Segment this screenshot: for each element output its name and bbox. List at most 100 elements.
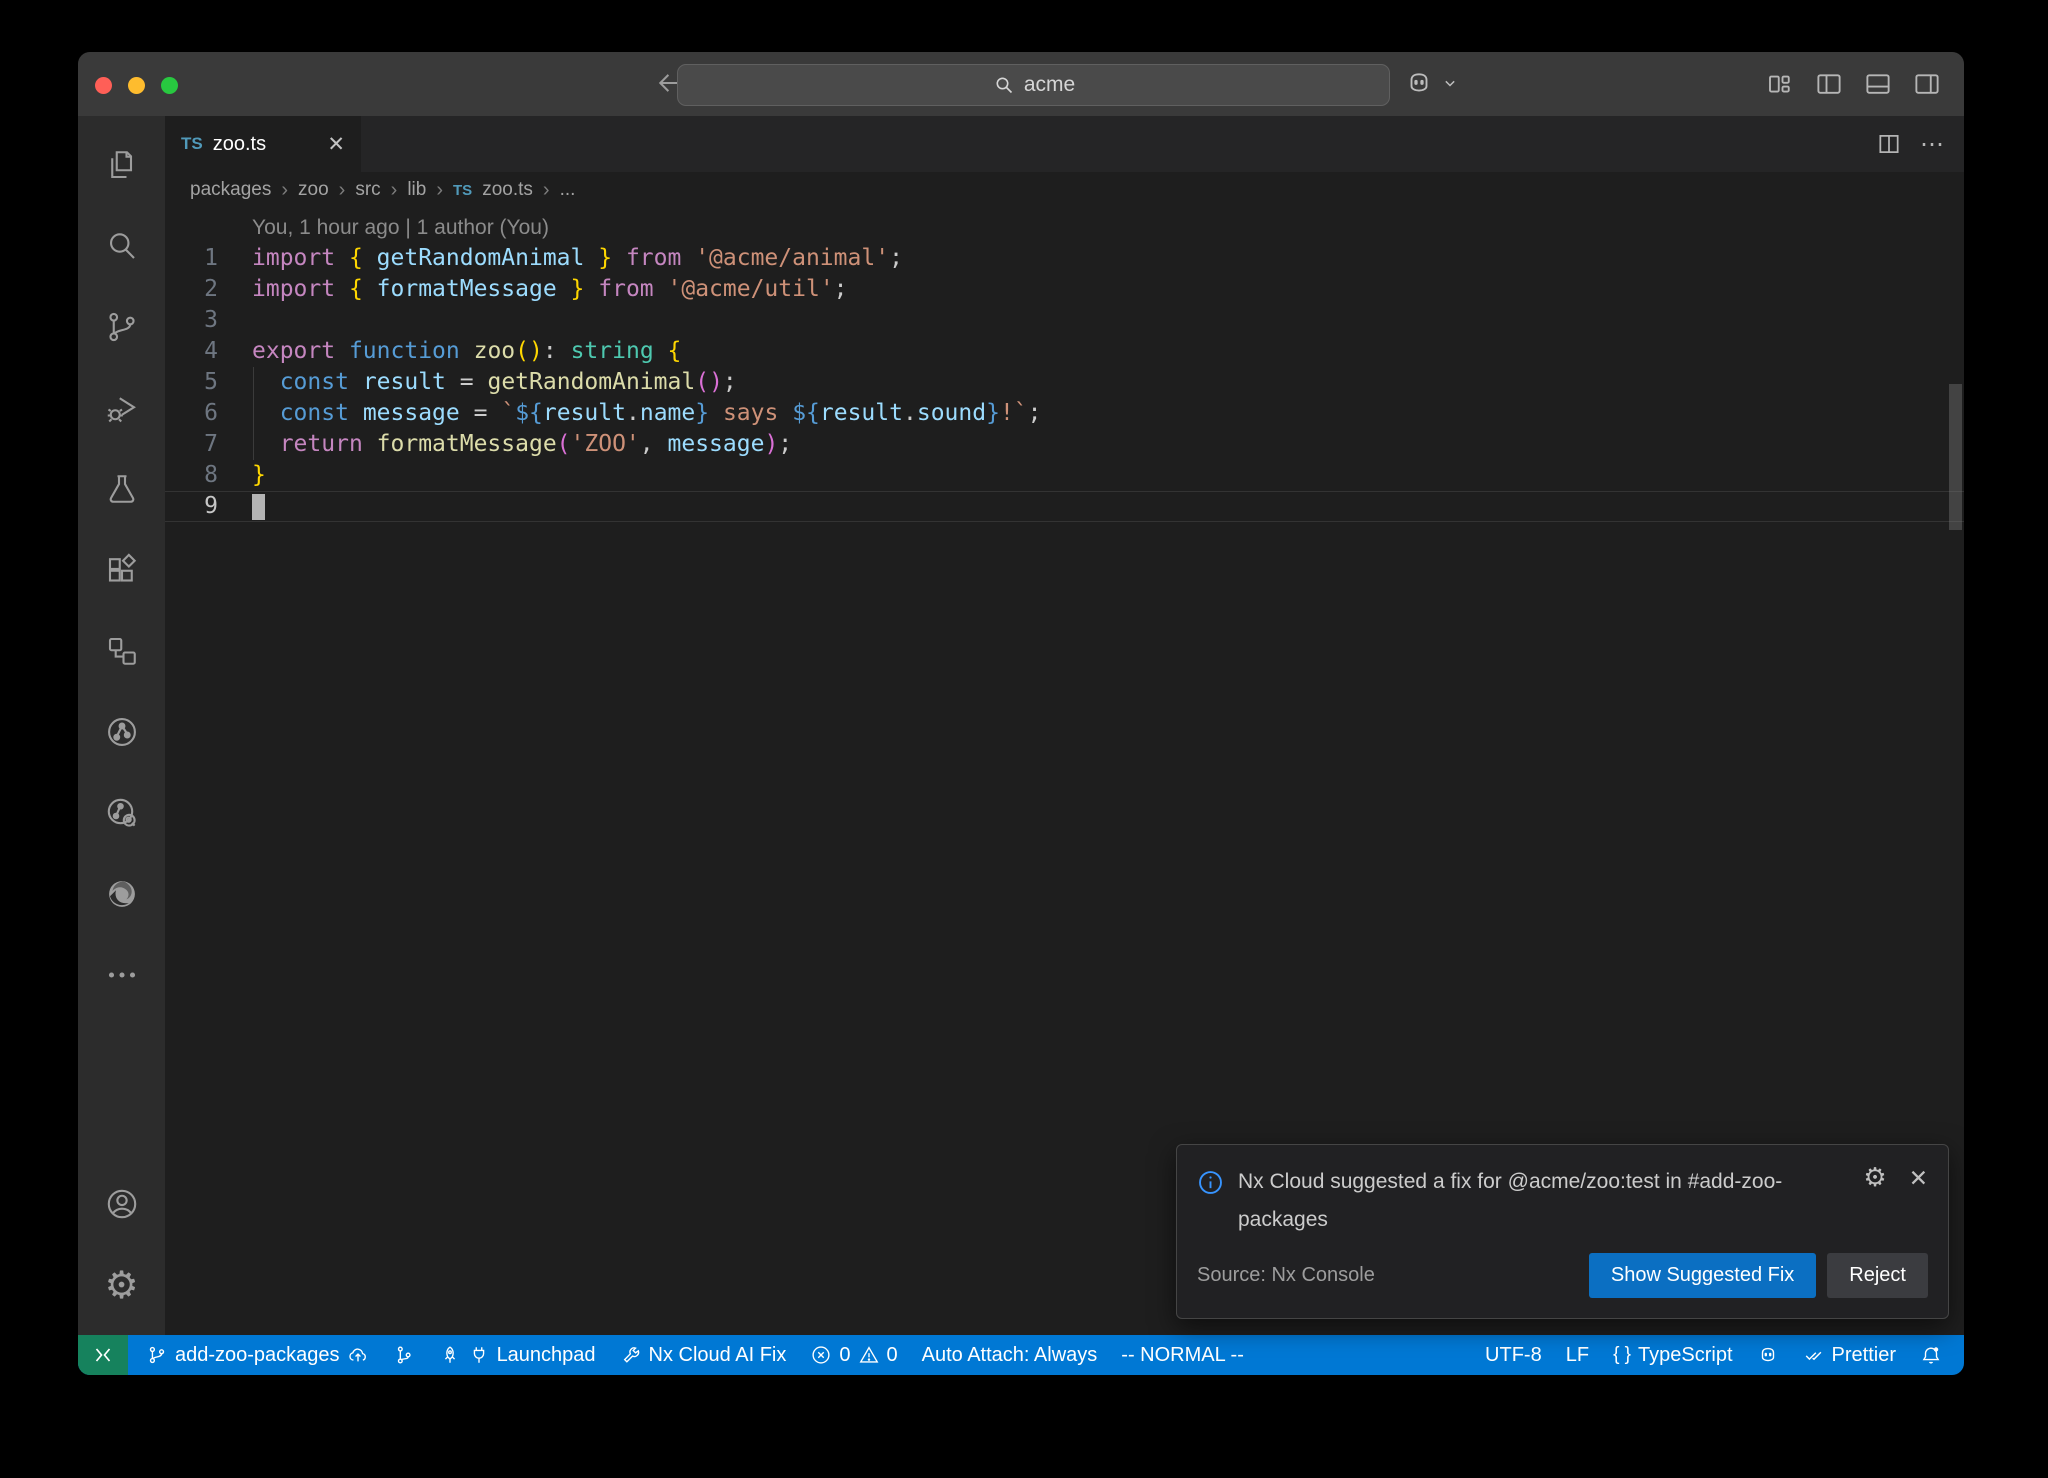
code-line[interactable]: 3 — [165, 305, 1964, 336]
testing-icon — [104, 471, 140, 507]
code-line[interactable]: 1import { getRandomAnimal } from '@acme/… — [165, 243, 1964, 274]
show-suggested-fix-button[interactable]: Show Suggested Fix — [1589, 1253, 1816, 1298]
nx-cloud-fix-status-item[interactable]: Nx Cloud AI Fix — [608, 1335, 799, 1375]
copilot-status-item[interactable] — [1745, 1335, 1791, 1375]
sidebar-item-extensions[interactable] — [78, 529, 165, 610]
typescript-file-icon: TS — [453, 182, 472, 199]
settings-button[interactable]: ⚙ — [78, 1244, 165, 1325]
line-number: 4 — [165, 336, 218, 367]
breadcrumb: packages›zoo›src›lib›TSzoo.ts›... — [165, 172, 1964, 208]
warning-count: 0 — [887, 1344, 898, 1367]
line-number: 8 — [165, 460, 218, 491]
editor-more-actions-icon[interactable]: ⋯ — [1920, 130, 1946, 159]
error-icon — [810, 1344, 832, 1366]
code-line[interactable]: 9 — [165, 491, 1964, 522]
toggle-secondary-sidebar-icon[interactable] — [1912, 69, 1942, 99]
line-number: 6 — [165, 398, 218, 429]
toggle-primary-sidebar-icon[interactable] — [1814, 69, 1844, 99]
bell-dot-icon — [1920, 1344, 1942, 1366]
remote-indicator[interactable] — [78, 1335, 128, 1375]
plug-icon — [468, 1344, 490, 1366]
nx-graph-status-item[interactable] — [381, 1335, 427, 1375]
traffic-lights — [95, 77, 178, 94]
breadcrumb-separator: › — [543, 179, 550, 202]
zoom-window-button[interactable] — [161, 77, 178, 94]
encoding-status-item[interactable]: UTF-8 — [1473, 1335, 1554, 1375]
code-line[interactable]: 5 const result = getRandomAnimal(); — [165, 367, 1964, 398]
breadcrumb-item[interactable]: zoo — [298, 179, 329, 201]
copilot-icon — [1757, 1344, 1779, 1366]
sidebar-item-nx-cloud[interactable] — [78, 772, 165, 853]
line-number: 9 — [165, 492, 218, 521]
formatter-label: Prettier — [1832, 1344, 1896, 1367]
run-debug-icon — [104, 390, 140, 426]
titlebar: acme — [78, 52, 1964, 116]
error-count: 0 — [839, 1344, 850, 1367]
sidebar-item-run-debug[interactable] — [78, 367, 165, 448]
problems-status-item[interactable]: 0 0 — [798, 1335, 909, 1375]
braces-icon: { } — [1613, 1344, 1631, 1366]
line-number — [165, 212, 218, 243]
accounts-button[interactable] — [78, 1163, 165, 1244]
notification-close-icon[interactable]: ✕ — [1909, 1165, 1928, 1192]
code-line[interactable]: 8} — [165, 460, 1964, 491]
sidebar-item-nx-console[interactable] — [78, 691, 165, 772]
customize-layout-icon[interactable] — [1765, 69, 1795, 99]
cloud-upload-icon — [347, 1344, 369, 1366]
minimize-window-button[interactable] — [128, 77, 145, 94]
close-window-button[interactable] — [95, 77, 112, 94]
sidebar-item-edge-tools[interactable] — [78, 853, 165, 934]
git-branch-icon — [146, 1344, 168, 1366]
language-status-item[interactable]: { } TypeScript — [1601, 1335, 1744, 1375]
split-editor-icon[interactable] — [1876, 131, 1902, 157]
eol-status-item[interactable]: LF — [1554, 1335, 1601, 1375]
double-check-icon — [1803, 1344, 1825, 1366]
notifications-bell-item[interactable] — [1908, 1335, 1954, 1375]
extensions-icon — [104, 552, 140, 588]
tab-label: zoo.ts — [213, 133, 266, 156]
vim-mode-status-item[interactable]: -- NORMAL -- — [1109, 1335, 1256, 1375]
breadcrumb-file[interactable]: zoo.ts — [482, 179, 533, 201]
line-number: 5 — [165, 367, 218, 398]
tab-zoo-ts[interactable]: TS zoo.ts ✕ — [165, 116, 361, 172]
toggle-panel-icon[interactable] — [1863, 69, 1893, 99]
breadcrumb-item[interactable]: lib — [407, 179, 426, 201]
code-line[interactable]: 6 const message = `${result.name} says $… — [165, 398, 1964, 429]
code-line[interactable]: 7 return formatMessage('ZOO', message); — [165, 429, 1964, 460]
sidebar-item-testing[interactable] — [78, 448, 165, 529]
breadcrumb-item[interactable]: src — [355, 179, 380, 201]
more-icon — [104, 957, 140, 993]
language-label: TypeScript — [1638, 1344, 1732, 1367]
code-line[interactable]: 2import { formatMessage } from '@acme/ut… — [165, 274, 1964, 305]
settings-gear-icon: ⚙ — [104, 1266, 138, 1304]
sidebar-item-remote-explorer[interactable] — [78, 610, 165, 691]
branch-status-item[interactable]: add-zoo-packages — [134, 1335, 381, 1375]
activity-bar: ⚙ — [78, 116, 165, 1335]
info-icon — [1197, 1169, 1224, 1196]
copilot-menu[interactable] — [1404, 68, 1460, 98]
sidebar-item-source-control[interactable] — [78, 286, 165, 367]
launchpad-status-item[interactable]: Launchpad — [427, 1335, 608, 1375]
notification-settings-gear-icon[interactable]: ⚙ — [1863, 1163, 1886, 1193]
copilot-icon — [1404, 68, 1434, 98]
auto-attach-status-item[interactable]: Auto Attach: Always — [910, 1335, 1110, 1375]
search-icon — [992, 73, 1016, 97]
sidebar-item-more[interactable] — [78, 934, 165, 1015]
close-tab-icon[interactable]: ✕ — [327, 132, 345, 157]
typescript-file-icon: TS — [181, 134, 203, 154]
breadcrumb-item[interactable]: packages — [190, 179, 271, 201]
nx-graph-icon — [393, 1344, 415, 1366]
line-number: 1 — [165, 243, 218, 274]
code-line[interactable]: 4export function zoo(): string { — [165, 336, 1964, 367]
formatter-status-item[interactable]: Prettier — [1791, 1335, 1908, 1375]
nx-fix-label: Nx Cloud AI Fix — [649, 1344, 787, 1367]
notification-toast: Nx Cloud suggested a fix for @acme/zoo:t… — [1176, 1144, 1949, 1319]
reject-button[interactable]: Reject — [1827, 1253, 1928, 1298]
search-icon — [104, 228, 140, 264]
sidebar-item-explorer[interactable] — [78, 124, 165, 205]
editor-cursor — [252, 494, 265, 520]
breadcrumb-tail[interactable]: ... — [560, 179, 576, 201]
command-center-search[interactable]: acme — [677, 64, 1390, 106]
sidebar-item-search[interactable] — [78, 205, 165, 286]
editor-scrollbar[interactable] — [1949, 384, 1962, 530]
